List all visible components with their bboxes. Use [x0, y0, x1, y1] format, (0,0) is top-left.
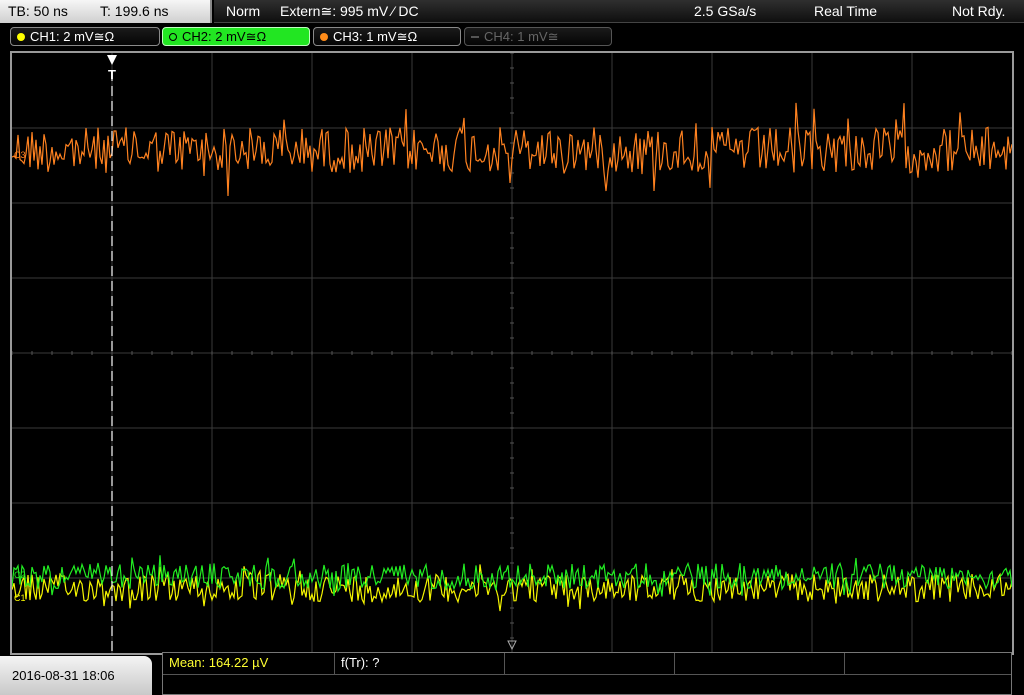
channel-3-dot-icon — [320, 33, 328, 41]
channel-tabs: CH1: 2 mV≅Ω CH2: 2 mV≅Ω CH3: 1 mV≅Ω CH4:… — [0, 26, 1024, 48]
measurement-1[interactable]: Mean: 164.22 µV — [163, 653, 335, 674]
trigger-position-marker-icon[interactable] — [107, 55, 117, 65]
measurement-4-empty[interactable] — [675, 653, 845, 674]
measurement-3-empty[interactable] — [505, 653, 675, 674]
channel-1-label: CH1: 2 mV≅Ω — [30, 29, 115, 44]
waveform-display[interactable]: T C3 C2 C1 — [10, 51, 1014, 655]
channel-1-dot-icon — [17, 33, 25, 41]
status-label: Not Rdy. — [952, 3, 1006, 19]
channel-2-button[interactable]: CH2: 2 mV≅Ω — [162, 27, 310, 46]
channel-2-dot-icon — [169, 33, 177, 41]
trigger-marker-label: T — [108, 67, 116, 82]
waveform-canvas[interactable]: T C3 C2 C1 — [12, 53, 1012, 653]
channel-4-button[interactable]: CH4: 1 mV≅ — [464, 27, 612, 46]
measurement-2[interactable]: f(Tr): ? — [335, 653, 505, 674]
trigger-mode-label[interactable]: Norm — [226, 0, 260, 23]
channel-2-offset-marker[interactable]: C2 — [14, 570, 26, 580]
sample-rate-label[interactable]: 2.5 GSa/s — [694, 0, 756, 23]
channel-4-label: CH4: 1 mV≅ — [484, 29, 559, 44]
datetime-label: 2016-08-31 18:06 — [12, 668, 115, 683]
channel-1-offset-marker[interactable]: C1 — [14, 593, 26, 603]
acquisition-mode-label[interactable]: Real Time — [814, 0, 877, 23]
channel-3-label: CH3: 1 mV≅Ω — [333, 29, 418, 44]
channel-1-button[interactable]: CH1: 2 mV≅Ω — [10, 27, 160, 46]
channel-3-button[interactable]: CH3: 1 mV≅Ω — [313, 27, 461, 46]
channel-3-offset-marker[interactable]: C3 — [14, 150, 26, 160]
timebase-box[interactable]: TB: 50 ns T: 199.6 ns — [0, 0, 212, 23]
channel-2-label: CH2: 2 mV≅Ω — [182, 29, 267, 44]
channel-4-off-icon — [471, 36, 479, 38]
top-bar: TB: 50 ns T: 199.6 ns Norm Extern≅: 995 … — [0, 0, 1024, 24]
timebase-label[interactable]: TB: 50 ns — [8, 0, 68, 23]
measurement-panel[interactable]: Mean: 164.22 µV f(Tr): ? — [162, 652, 1012, 695]
trigger-source-label[interactable]: Extern≅: 995 mV ⁄ DC — [280, 0, 419, 23]
measurement-divider — [163, 674, 1011, 675]
trigger-time-label[interactable]: T: 199.6 ns — [100, 0, 169, 23]
measurement-5-empty[interactable] — [845, 653, 1011, 674]
status-bar: Norm Extern≅: 995 mV ⁄ DC 2.5 GSa/s Real… — [214, 0, 1024, 23]
datetime-box: 2016-08-31 18:06 — [0, 656, 152, 695]
